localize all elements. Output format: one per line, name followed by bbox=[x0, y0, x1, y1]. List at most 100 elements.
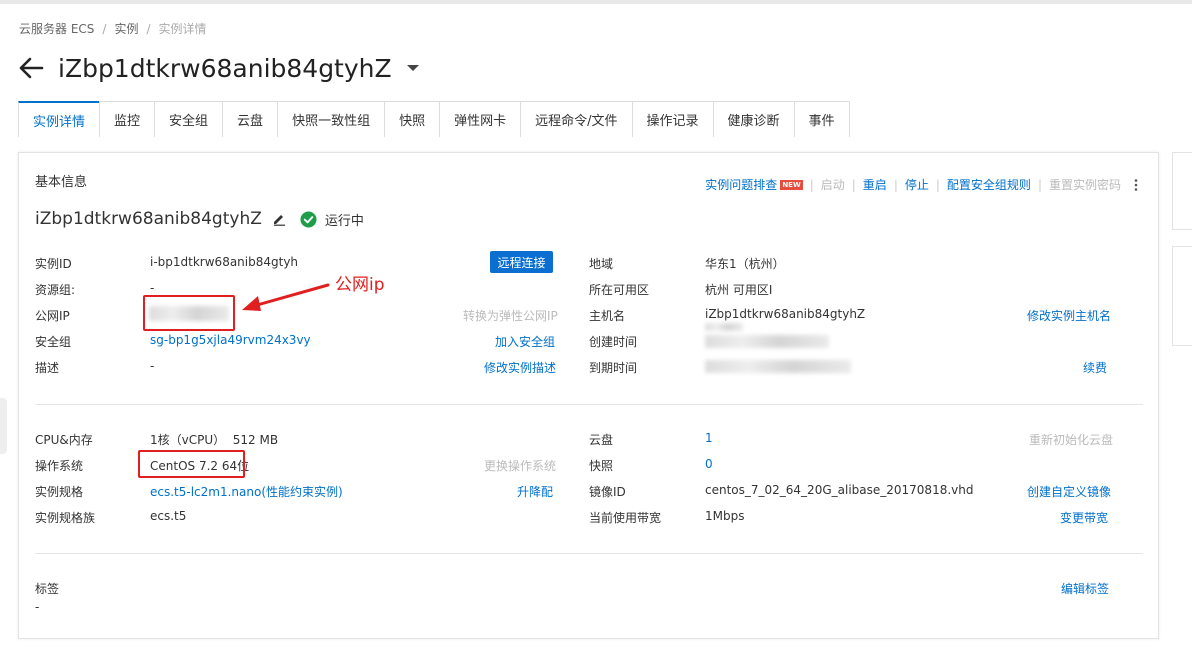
annotation-label: 公网ip bbox=[335, 275, 385, 295]
side-panel bbox=[1172, 152, 1192, 230]
region-value: 华东1（杭州） bbox=[705, 257, 785, 271]
top-divider bbox=[0, 0, 1192, 4]
remote-connect-button[interactable]: 远程连接 bbox=[490, 251, 553, 273]
stop-link[interactable]: 停止 bbox=[905, 176, 929, 193]
action-separator: | bbox=[893, 177, 898, 192]
resize-link[interactable]: 升降配 bbox=[517, 483, 553, 500]
hostname-value: iZbp1dtkrw68anib84gtyhZ bbox=[705, 307, 866, 321]
section-title: 基本信息 bbox=[35, 175, 88, 190]
zone-value: 杭州 可用区I bbox=[705, 283, 773, 297]
breadcrumb-current: 实例详情 bbox=[158, 22, 207, 36]
edit-tags-link[interactable]: 编辑标签 bbox=[1061, 580, 1109, 597]
image-id-value: centos_7_02_64_20G_alibase_20170818.vhd bbox=[705, 483, 974, 497]
description-label: 描述 bbox=[35, 361, 60, 375]
region-label: 地域 bbox=[589, 257, 614, 271]
edit-hostname-link[interactable]: 修改实例主机名 bbox=[1027, 307, 1111, 324]
tab-bar: 实例详情 监控 安全组 云盘 快照一致性组 快照 弹性网卡 远程命令/文件 操作… bbox=[18, 101, 850, 137]
bandwidth-label: 当前使用带宽 bbox=[589, 511, 662, 525]
os-highlight-box bbox=[138, 450, 245, 478]
change-os-link[interactable]: 更换操作系统 bbox=[484, 457, 556, 474]
restart-link[interactable]: 重启 bbox=[863, 176, 887, 193]
pencil-icon[interactable] bbox=[272, 212, 286, 226]
breadcrumb-instances[interactable]: 实例 bbox=[114, 20, 138, 37]
annotation-arrow-icon bbox=[242, 283, 330, 311]
collapse-handle[interactable] bbox=[0, 398, 7, 454]
edit-description-link[interactable]: 修改实例描述 bbox=[484, 359, 556, 376]
tab-monitoring[interactable]: 监控 bbox=[99, 101, 155, 137]
breadcrumb: 云服务器 ECS / 实例 / 实例详情 bbox=[19, 20, 207, 37]
bandwidth-value: 1Mbps bbox=[705, 509, 745, 523]
action-separator: | bbox=[935, 177, 940, 192]
zone-label: 所在可用区 bbox=[589, 283, 650, 297]
config-sg-rules-link[interactable]: 配置安全组规则 bbox=[947, 176, 1031, 193]
expire-time-redacted bbox=[705, 360, 851, 373]
public-ip-label: 公网IP bbox=[35, 309, 70, 323]
disk-count-link[interactable]: 1 bbox=[705, 431, 713, 445]
instance-actions: 实例问题排查 NEW | 启动 | 重启 | 停止 | 配置安全组规则 | 重置… bbox=[705, 176, 1141, 193]
tags-value: - bbox=[35, 600, 40, 614]
action-separator: | bbox=[1037, 177, 1042, 192]
change-bandwidth-link[interactable]: 变更带宽 bbox=[1060, 509, 1108, 526]
created-time-redacted bbox=[705, 323, 743, 331]
tab-disks[interactable]: 云盘 bbox=[222, 101, 278, 137]
snapshot-count-link[interactable]: 0 bbox=[705, 457, 713, 471]
cpu-memory-value: 1核（vCPU） 512 MB bbox=[150, 433, 279, 447]
convert-eip-link[interactable]: 转换为弹性公网IP bbox=[463, 307, 558, 324]
instance-id-label: 实例ID bbox=[35, 257, 72, 271]
status-text: 运行中 bbox=[324, 213, 364, 229]
more-vertical-icon[interactable] bbox=[1131, 178, 1141, 192]
breadcrumb-ecs[interactable]: 云服务器 ECS bbox=[19, 20, 94, 37]
tab-operation-log[interactable]: 操作记录 bbox=[631, 101, 713, 137]
side-panel bbox=[1172, 246, 1192, 346]
action-separator: | bbox=[809, 177, 814, 192]
new-badge: NEW bbox=[780, 179, 803, 190]
os-label: 操作系统 bbox=[35, 459, 84, 473]
arrow-left-icon[interactable] bbox=[18, 56, 44, 80]
reinit-disk-link[interactable]: 重新初始化云盘 bbox=[1029, 431, 1113, 448]
security-group-link[interactable]: sg-bp1g5xjla49rvm24x3vy bbox=[150, 333, 311, 347]
title-row: iZbp1dtkrw68anib84gtyhZ bbox=[18, 50, 420, 86]
join-security-group-link[interactable]: 加入安全组 bbox=[495, 333, 555, 350]
create-image-link[interactable]: 创建自定义镜像 bbox=[1027, 483, 1111, 500]
created-time-label: 创建时间 bbox=[589, 335, 638, 349]
breadcrumb-separator: / bbox=[102, 21, 107, 36]
instance-name: iZbp1dtkrw68anib84gtyhZ bbox=[35, 209, 262, 229]
resource-group-value: - bbox=[150, 281, 155, 295]
section-divider bbox=[35, 553, 1143, 554]
hostname-label: 主机名 bbox=[589, 309, 626, 323]
cpu-memory-label: CPU&内存 bbox=[35, 433, 93, 447]
tab-snapshot-consistency-group[interactable]: 快照一致性组 bbox=[277, 101, 385, 137]
security-group-label: 安全组 bbox=[35, 335, 72, 349]
instance-header: iZbp1dtkrw68anib84gtyhZ 运行中 bbox=[35, 209, 364, 229]
instance-type-link[interactable]: ecs.t5-lc2m1.nano(性能约束实例) bbox=[150, 483, 343, 500]
tab-instance-details[interactable]: 实例详情 bbox=[18, 101, 100, 137]
action-separator: | bbox=[851, 177, 856, 192]
tab-eni[interactable]: 弹性网卡 bbox=[439, 101, 521, 137]
tab-snapshots[interactable]: 快照 bbox=[384, 101, 440, 137]
section-divider bbox=[35, 404, 1143, 405]
tab-health-diagnosis[interactable]: 健康诊断 bbox=[712, 101, 794, 137]
check-circle-icon bbox=[300, 210, 317, 228]
disk-label: 云盘 bbox=[589, 433, 614, 447]
page-title: iZbp1dtkrw68anib84gtyhZ bbox=[58, 53, 392, 83]
tab-security-group[interactable]: 安全组 bbox=[154, 101, 223, 137]
instance-family-value: ecs.t5 bbox=[150, 509, 187, 523]
instance-family-label: 实例规格族 bbox=[35, 511, 96, 525]
created-time-redacted bbox=[705, 335, 829, 348]
snapshot-label: 快照 bbox=[589, 459, 614, 473]
reset-password-link[interactable]: 重置实例密码 bbox=[1049, 176, 1121, 193]
tab-remote-command[interactable]: 远程命令/文件 bbox=[520, 101, 632, 137]
instance-id-value: i-bp1dtkrw68anib84gtyh bbox=[150, 255, 299, 269]
basic-info-panel: 基本信息 实例问题排查 NEW | 启动 | 重启 | 停止 | 配置安全组规则… bbox=[18, 152, 1159, 639]
caret-down-icon[interactable] bbox=[406, 63, 420, 73]
troubleshoot-link[interactable]: 实例问题排查 bbox=[705, 176, 777, 193]
description-value: - bbox=[150, 359, 155, 373]
resource-group-label: 资源组: bbox=[35, 283, 76, 297]
tab-events[interactable]: 事件 bbox=[793, 101, 850, 137]
image-id-label: 镜像ID bbox=[589, 485, 626, 499]
renew-link[interactable]: 续费 bbox=[1083, 359, 1107, 376]
start-link[interactable]: 启动 bbox=[821, 176, 845, 193]
breadcrumb-separator: / bbox=[146, 21, 151, 36]
tags-label: 标签 bbox=[35, 582, 60, 596]
expire-time-label: 到期时间 bbox=[589, 361, 638, 375]
